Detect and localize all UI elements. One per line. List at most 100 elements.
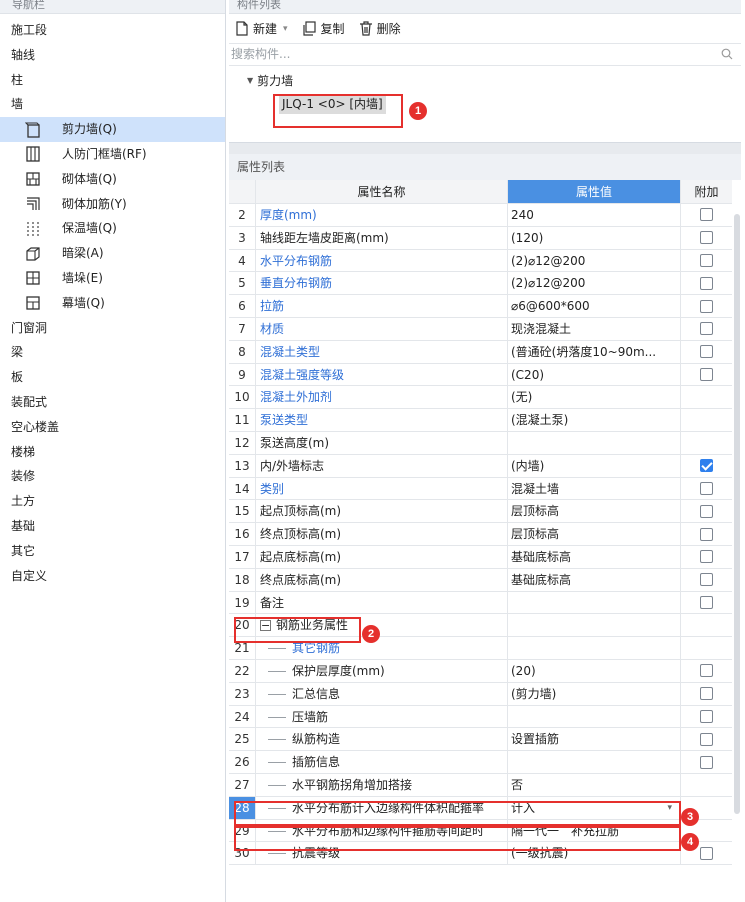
- property-row[interactable]: 18 终点底标高(m) 基础底标高: [229, 568, 732, 592]
- nav-item[interactable]: 空心楼盖: [0, 415, 225, 440]
- nav-item[interactable]: 梁: [0, 340, 225, 365]
- extra-checkbox[interactable]: [700, 367, 713, 381]
- extra-checkbox[interactable]: [700, 253, 713, 267]
- nav-item[interactable]: 墙: [0, 92, 225, 117]
- nav-item[interactable]: 柱: [0, 68, 225, 93]
- nav-subitem[interactable]: 剪力墙(Q): [0, 117, 225, 142]
- property-value[interactable]: 现浇混凝土: [508, 317, 681, 340]
- property-value[interactable]: [508, 614, 681, 637]
- property-row[interactable]: 10 混凝土外加剂 (无): [229, 386, 732, 410]
- nav-item[interactable]: 轴线: [0, 43, 225, 68]
- property-value[interactable]: [508, 431, 681, 454]
- property-value[interactable]: (无): [508, 386, 681, 409]
- nav-subitem[interactable]: 人防门框墙(RF): [0, 142, 225, 167]
- tree-node-shear-wall[interactable]: ▼ 剪力墙: [247, 72, 293, 89]
- nav-subitem[interactable]: 砌体墙(Q): [0, 167, 225, 192]
- nav-subitem[interactable]: 墙垛(E): [0, 266, 225, 291]
- property-row[interactable]: 23 汇总信息 (剪力墙): [229, 682, 732, 706]
- property-value[interactable]: 层顶标高: [508, 523, 681, 545]
- extra-checkbox[interactable]: [700, 504, 713, 518]
- property-row[interactable]: 2 厚度(mm) 240: [229, 204, 732, 227]
- property-value[interactable]: (剪力墙): [508, 682, 681, 705]
- nav-subitem[interactable]: 保温墙(Q): [0, 216, 225, 241]
- chevron-down-icon[interactable]: ▾: [283, 24, 288, 34]
- copy-button[interactable]: 复制: [302, 20, 345, 37]
- extra-checkbox[interactable]: [700, 595, 713, 609]
- property-row[interactable]: 26 插筋信息: [229, 751, 732, 774]
- property-value[interactable]: (20): [508, 659, 681, 682]
- property-row[interactable]: 24 压墙筋: [229, 705, 732, 729]
- extra-checkbox[interactable]: [700, 231, 713, 245]
- property-value[interactable]: (120): [508, 226, 681, 249]
- property-value[interactable]: [508, 751, 681, 773]
- property-row[interactable]: 25 纵筋构造 设置插筋: [229, 728, 732, 752]
- extra-checkbox[interactable]: [700, 573, 713, 587]
- property-row[interactable]: 19 备注: [229, 591, 732, 615]
- nav-item[interactable]: 板: [0, 365, 225, 390]
- property-value[interactable]: 基础底标高: [508, 545, 681, 568]
- property-value[interactable]: (2)⌀12@200: [508, 272, 681, 295]
- search-input[interactable]: [229, 44, 709, 64]
- property-value[interactable]: (混凝土泵): [508, 409, 681, 431]
- nav-item[interactable]: 装配式: [0, 390, 225, 415]
- nav-item[interactable]: 自定义: [0, 564, 225, 589]
- extra-checkbox[interactable]: [700, 276, 713, 290]
- nav-item[interactable]: 其它: [0, 539, 225, 564]
- property-value[interactable]: 否: [508, 773, 681, 796]
- property-value[interactable]: ⌀6@600*600: [508, 295, 681, 317]
- property-value[interactable]: (普通砼(坍落度10~90m...: [508, 340, 681, 363]
- extra-checkbox[interactable]: [700, 481, 713, 495]
- expand-caret-icon[interactable]: ▼: [247, 76, 253, 85]
- nav-item[interactable]: 楼梯: [0, 440, 225, 465]
- delete-button[interactable]: 删除: [359, 20, 401, 37]
- property-row[interactable]: 12 泵送高度(m): [229, 431, 732, 455]
- property-row[interactable]: 15 起点顶标高(m) 层顶标高: [229, 500, 732, 524]
- property-row[interactable]: 16 终点顶标高(m) 层顶标高: [229, 523, 732, 546]
- nav-subitem[interactable]: 幕墙(Q): [0, 291, 225, 316]
- property-value[interactable]: 设置插筋: [508, 728, 681, 751]
- property-row[interactable]: 11 泵送类型 (混凝土泵): [229, 409, 732, 432]
- property-value[interactable]: (C20): [508, 363, 681, 386]
- property-row[interactable]: 9 混凝土强度等级 (C20): [229, 363, 732, 387]
- property-value[interactable]: [508, 637, 681, 659]
- extra-checkbox[interactable]: [700, 664, 713, 678]
- property-row[interactable]: 8 混凝土类型 (普通砼(坍落度10~90m...: [229, 340, 732, 364]
- extra-checkbox[interactable]: [700, 755, 713, 769]
- property-row[interactable]: 3 轴线距左墙皮距离(mm) (120): [229, 226, 732, 250]
- extra-checkbox[interactable]: [700, 299, 713, 313]
- nav-item[interactable]: 装修: [0, 464, 225, 489]
- property-value[interactable]: 层顶标高: [508, 500, 681, 523]
- search-icon[interactable]: [721, 48, 733, 60]
- property-row[interactable]: 27 水平钢筋拐角增加搭接 否: [229, 773, 732, 797]
- property-row[interactable]: 22 保护层厚度(mm) (20): [229, 659, 732, 683]
- extra-checkbox[interactable]: [700, 345, 713, 359]
- extra-checkbox[interactable]: [700, 527, 713, 541]
- property-row[interactable]: 13 内/外墙标志 (内墙): [229, 454, 732, 478]
- property-row[interactable]: 4 水平分布钢筋 (2)⌀12@200: [229, 249, 732, 273]
- property-value[interactable]: 混凝土墙: [508, 477, 681, 500]
- extra-checkbox[interactable]: [700, 709, 713, 723]
- nav-item[interactable]: 土方: [0, 489, 225, 514]
- panel-divider[interactable]: [229, 142, 741, 154]
- property-row[interactable]: 17 起点底标高(m) 基础底标高: [229, 545, 732, 569]
- extra-checkbox[interactable]: [700, 459, 713, 473]
- property-value[interactable]: [508, 705, 681, 728]
- property-value[interactable]: 240: [508, 204, 681, 226]
- extra-checkbox[interactable]: [700, 846, 713, 860]
- property-value[interactable]: (2)⌀12@200: [508, 249, 681, 272]
- nav-item[interactable]: 门窗洞: [0, 316, 225, 341]
- property-row[interactable]: 6 拉筋 ⌀6@600*600: [229, 295, 732, 318]
- extra-checkbox[interactable]: [700, 208, 713, 222]
- property-value[interactable]: 基础底标高: [508, 568, 681, 591]
- nav-subitem[interactable]: 暗梁(A): [0, 241, 225, 266]
- property-row[interactable]: 7 材质 现浇混凝土: [229, 317, 732, 341]
- extra-checkbox[interactable]: [700, 550, 713, 564]
- extra-checkbox[interactable]: [700, 732, 713, 746]
- extra-checkbox[interactable]: [700, 322, 713, 336]
- property-value[interactable]: (内墙): [508, 454, 681, 477]
- property-scrollbar[interactable]: [734, 214, 740, 814]
- extra-checkbox[interactable]: [700, 687, 713, 701]
- property-row[interactable]: 5 垂直分布钢筋 (2)⌀12@200: [229, 272, 732, 296]
- property-value[interactable]: [508, 591, 681, 614]
- property-row[interactable]: 14 类别 混凝土墙: [229, 477, 732, 501]
